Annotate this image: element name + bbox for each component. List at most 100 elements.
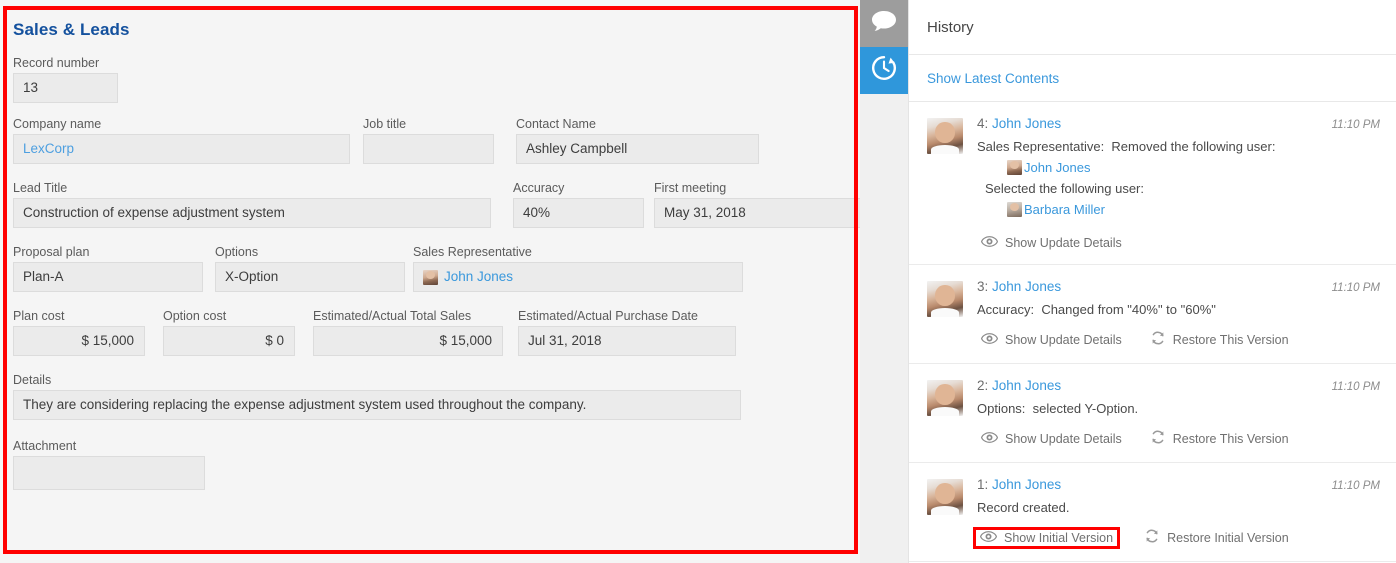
field-purchase-date: Estimated/Actual Purchase Date Jul 31, 2… — [518, 309, 736, 356]
restore-initial-version-button[interactable]: Restore Initial Version — [1140, 526, 1293, 549]
history-entry-change-text: Removed the following user: — [1111, 139, 1275, 154]
show-initial-version-button[interactable]: Show Initial Version — [973, 527, 1120, 549]
show-initial-version-label: Show Initial Version — [1004, 531, 1113, 545]
history-panel: History Show Latest Contents 4: John Jon… — [908, 0, 1396, 563]
label-option-cost: Option cost — [163, 309, 295, 323]
comments-tab-button[interactable] — [860, 0, 908, 47]
avatar — [927, 380, 963, 416]
input-details[interactable]: They are considering replacing the expen… — [13, 390, 741, 420]
field-option-cost: Option cost $ 0 — [163, 309, 295, 356]
history-entry-author: 4: John Jones — [977, 116, 1061, 131]
history-entry-version: 2: — [977, 378, 988, 393]
history-entry-time: 11:10 PM — [1332, 480, 1380, 492]
history-entry-second-text: Selected the following user: — [977, 178, 1380, 199]
label-accuracy: Accuracy — [513, 181, 644, 195]
input-record-number[interactable]: 13 — [13, 73, 118, 103]
history-entry-time: 11:10 PM — [1332, 119, 1380, 131]
avatar — [927, 281, 963, 317]
label-total-sales: Estimated/Actual Total Sales — [313, 309, 503, 323]
history-entry-author-name[interactable]: John Jones — [992, 378, 1061, 393]
history-toolbar: Show Latest Contents — [909, 55, 1396, 102]
avatar — [927, 479, 963, 515]
selected-user-link[interactable]: Barbara Miller — [1024, 199, 1105, 220]
restore-icon — [1144, 528, 1160, 547]
restore-version-button[interactable]: Restore This Version — [1146, 427, 1293, 450]
side-icon-rail — [860, 0, 908, 563]
show-latest-contents-link[interactable]: Show Latest Contents — [927, 71, 1059, 86]
field-plan-cost: Plan cost $ 15,000 — [13, 309, 145, 356]
history-entry-line: Accuracy: Changed from "40%" to "60%" — [977, 299, 1380, 320]
history-entry-field-label: Options: — [977, 401, 1025, 416]
input-contact-name[interactable]: Ashley Campbell — [516, 134, 759, 164]
label-details: Details — [13, 373, 741, 387]
input-company-name[interactable]: LexCorp — [13, 134, 350, 164]
input-accuracy[interactable]: 40% — [513, 198, 644, 228]
restore-version-button[interactable]: Restore This Version — [1146, 328, 1293, 351]
label-company-name: Company name — [13, 117, 350, 131]
restore-icon — [1150, 330, 1166, 349]
input-sales-representative[interactable]: John Jones — [413, 262, 743, 292]
eye-icon — [980, 531, 997, 545]
history-entry-removed-user: John Jones — [977, 157, 1380, 178]
avatar-icon — [423, 270, 438, 285]
label-first-meeting: First meeting — [654, 181, 860, 195]
input-lead-title[interactable]: Construction of expense adjustment syste… — [13, 198, 491, 228]
field-accuracy: Accuracy 40% — [513, 181, 644, 228]
input-attachment[interactable] — [13, 456, 205, 490]
history-entry-author-name[interactable]: John Jones — [992, 477, 1061, 492]
show-update-details-label: Show Update Details — [1005, 236, 1122, 250]
history-entry: 4: John Jones 11:10 PM Sales Representat… — [909, 102, 1396, 265]
input-options[interactable]: X-Option — [215, 262, 405, 292]
show-update-details-button[interactable]: Show Update Details — [977, 331, 1126, 349]
field-options: Options X-Option — [215, 245, 405, 292]
field-attachment: Attachment — [13, 439, 205, 490]
label-record-number: Record number — [13, 56, 118, 70]
removed-user-link[interactable]: John Jones — [1024, 157, 1091, 178]
history-entry-selected-user: Barbara Miller — [977, 199, 1380, 220]
history-entry-change-text: Record created. — [977, 497, 1380, 518]
show-update-details-button[interactable]: Show Update Details — [977, 234, 1126, 252]
label-contact-name: Contact Name — [516, 117, 759, 131]
label-job-title: Job title — [363, 117, 494, 131]
input-job-title[interactable] — [363, 134, 494, 164]
field-first-meeting: First meeting May 31, 2018 — [654, 181, 860, 228]
field-lead-title: Lead Title Construction of expense adjus… — [13, 181, 491, 228]
history-entry-body: Sales Representative: Removed the follow… — [977, 136, 1380, 220]
restore-initial-version-label: Restore Initial Version — [1167, 531, 1289, 545]
record-form-panel: Sales & Leads Record number 13 Company n… — [0, 0, 860, 563]
history-entry-line: Options: selected Y-Option. — [977, 398, 1380, 419]
input-plan-cost[interactable]: $ 15,000 — [13, 326, 145, 356]
history-entry-author: 2: John Jones — [977, 378, 1061, 393]
history-entry-author: 3: John Jones — [977, 279, 1061, 294]
avatar-icon — [1007, 202, 1022, 217]
history-entry: 1: John Jones 11:10 PM Record created. — [909, 463, 1396, 562]
history-entry-author-name[interactable]: John Jones — [992, 116, 1061, 131]
input-proposal-plan[interactable]: Plan-A — [13, 262, 203, 292]
label-attachment: Attachment — [13, 439, 205, 453]
eye-icon — [981, 333, 998, 347]
label-sales-representative: Sales Representative — [413, 245, 743, 259]
restore-version-label: Restore This Version — [1173, 333, 1289, 347]
restore-version-label: Restore This Version — [1173, 432, 1289, 446]
show-update-details-button[interactable]: Show Update Details — [977, 430, 1126, 448]
input-first-meeting[interactable]: May 31, 2018 — [654, 198, 860, 228]
input-total-sales[interactable]: $ 15,000 — [313, 326, 503, 356]
field-proposal-plan: Proposal plan Plan-A — [13, 245, 203, 292]
history-entry-field-label: Sales Representative: — [977, 139, 1104, 154]
input-option-cost[interactable]: $ 0 — [163, 326, 295, 356]
history-tab-button[interactable] — [860, 47, 908, 94]
history-entry-time: 11:10 PM — [1332, 282, 1380, 294]
label-options: Options — [215, 245, 405, 259]
restore-icon — [1150, 429, 1166, 448]
field-details: Details They are considering replacing t… — [13, 373, 741, 420]
history-entry-body: Record created. — [977, 497, 1380, 518]
history-entry-field-label: Accuracy: — [977, 302, 1034, 317]
input-purchase-date[interactable]: Jul 31, 2018 — [518, 326, 736, 356]
eye-icon — [981, 432, 998, 446]
history-entry-body: Options: selected Y-Option. — [977, 398, 1380, 419]
field-sales-representative: Sales Representative John Jones — [413, 245, 743, 292]
field-job-title: Job title — [363, 117, 494, 164]
history-entry: 3: John Jones 11:10 PM Accuracy: Changed… — [909, 265, 1396, 364]
history-entry-author-name[interactable]: John Jones — [992, 279, 1061, 294]
history-panel-title: History — [909, 0, 1396, 55]
